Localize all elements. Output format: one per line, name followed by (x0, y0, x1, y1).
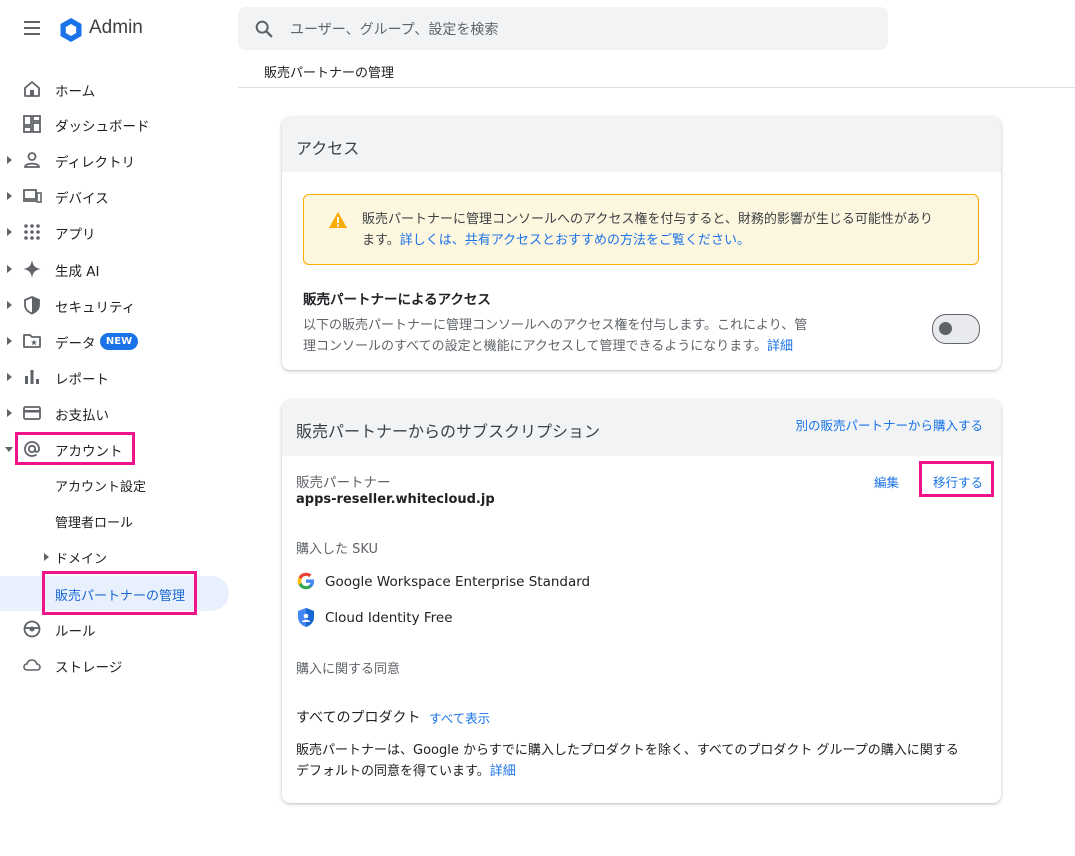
purchase-consent-label: 購入に関する同意 (296, 662, 401, 677)
admin-logo-icon (60, 18, 82, 42)
data-folder-icon (23, 334, 41, 348)
edit-reseller-link[interactable]: 編集 (874, 472, 899, 491)
reseller-label: 販売パートナー (296, 475, 391, 491)
expand-caret-icon[interactable] (7, 192, 12, 200)
sidebar-item-label: セキュリティ (55, 300, 136, 316)
purchased-sku-label: 購入した SKU (296, 542, 379, 557)
warning-text: 販売パートナーに管理コンソールへのアクセス権を付与すると、財務的影響が生じる可能… (362, 212, 933, 248)
shield-icon (24, 296, 40, 315)
sidebar-item-gen-ai[interactable]: 生成 AI (0, 252, 230, 286)
sidebar-subitem-domains[interactable]: ドメイン (0, 540, 230, 574)
consent-details-link[interactable]: 詳細 (490, 764, 516, 779)
all-products-label: すべてのプロダクト (296, 710, 421, 726)
warning-banner: 販売パートナーに管理コンソールへのアクセス権を付与すると、財務的影響が生じる可能… (303, 194, 979, 265)
consent-description: 販売パートナーは、Google からすでに購入したプロダクトを除く、すべてのプロ… (296, 743, 959, 779)
sku-name: Cloud Identity Free (325, 610, 453, 626)
sidebar-item-storage[interactable]: ストレージ (0, 648, 230, 682)
new-badge: NEW (100, 333, 138, 350)
sidebar-item-dashboard[interactable]: ダッシュボード (0, 107, 230, 141)
search-input[interactable]: ユーザー、グループ、設定を検索 (290, 19, 498, 39)
sparkle-icon (23, 260, 41, 278)
sidebar-item-label: ディレクトリ (55, 155, 136, 171)
expand-caret-icon[interactable] (7, 409, 12, 417)
sidebar-item-reports[interactable]: レポート (0, 360, 230, 394)
toggle-knob (939, 322, 952, 335)
card-title: アクセス (296, 139, 360, 158)
credit-card-icon (23, 406, 41, 420)
reseller-subscriptions-card: 販売パートナーからのサブスクリプション 別の販売パートナーから購入する 販売パー… (282, 400, 1001, 803)
sidebar-item-directory[interactable]: ディレクトリ (0, 143, 230, 177)
transfer-reseller-link[interactable]: 移行する (933, 472, 983, 491)
shared-access-learn-more-link[interactable]: 詳しくは、共有アクセスとおすすめの方法をご覧ください。 (400, 233, 750, 248)
google-g-icon (297, 572, 314, 590)
header-divider (238, 87, 1075, 88)
warning-triangle-icon (329, 212, 347, 228)
sidebar-item-rules[interactable]: ルール (0, 612, 230, 646)
expand-caret-icon[interactable] (44, 553, 49, 561)
sidebar-item-label: アカウント (55, 444, 123, 460)
expand-caret-icon[interactable] (7, 156, 12, 164)
card-title: 販売パートナーからのサブスクリプション (296, 422, 601, 441)
sidebar-subitem-account-settings[interactable]: アカウント設定 (0, 468, 230, 502)
sidebar-item-billing[interactable]: お支払い (0, 396, 230, 430)
sidebar-item-devices[interactable]: デバイス (0, 179, 230, 213)
sidebar-item-label: レポート (55, 372, 109, 388)
home-icon (24, 81, 40, 97)
reseller-domain: apps-reseller.whitecloud.jp (296, 492, 495, 507)
access-card-header: アクセス (282, 117, 1001, 172)
buy-from-another-reseller-link[interactable]: 別の販売パートナーから購入する (795, 415, 983, 434)
sidebar-item-security[interactable]: セキュリティ (0, 288, 230, 322)
reseller-access-details-link[interactable]: 詳細 (767, 339, 793, 354)
apps-grid-icon (24, 224, 40, 240)
expand-caret-icon[interactable] (7, 373, 12, 381)
sidebar-item-label: お支払い (55, 408, 109, 424)
search-icon (255, 20, 273, 38)
sidebar-item-label: デバイス (55, 191, 109, 207)
expand-caret-icon[interactable] (7, 301, 12, 309)
expand-caret-icon[interactable] (7, 337, 12, 345)
sidebar-item-label: ホーム (55, 84, 96, 100)
sidebar-item-label: アプリ (55, 227, 96, 243)
main-menu-button[interactable] (16, 14, 48, 44)
sku-name: Google Workspace Enterprise Standard (325, 574, 591, 590)
cloud-icon (23, 659, 41, 671)
sidebar-subitem-label: アカウント設定 (55, 480, 147, 495)
collapse-caret-icon[interactable] (5, 447, 13, 452)
at-sign-icon (24, 441, 40, 457)
access-card: アクセス 販売パートナーに管理コンソールへのアクセス権を付与すると、財務的影響が… (282, 117, 1001, 370)
sidebar-item-label: 生成 AI (55, 264, 100, 280)
breadcrumb: 販売パートナーの管理 (264, 66, 395, 81)
dashboard-icon (23, 115, 41, 133)
sidebar-item-label: データ (55, 336, 96, 352)
sidebar-subitem-reseller-management[interactable]: 販売パートナーの管理 (55, 585, 185, 604)
reseller-access-toggle[interactable] (932, 314, 980, 344)
sidebar-item-label: ルール (55, 624, 96, 640)
sidebar-subitem-admin-roles[interactable]: 管理者ロール (0, 504, 230, 538)
app-brand[interactable]: Admin (89, 17, 143, 39)
subscriptions-card-header: 販売パートナーからのサブスクリプション 別の販売パートナーから購入する (282, 400, 1001, 456)
expand-caret-icon[interactable] (7, 228, 12, 236)
sidebar-item-apps[interactable]: アプリ (0, 215, 230, 249)
bar-chart-icon (25, 370, 39, 384)
reseller-access-title: 販売パートナーによるアクセス (303, 292, 491, 308)
expand-caret-icon[interactable] (7, 265, 12, 273)
sidebar-subitem-label: 管理者ロール (55, 516, 134, 531)
search-bar[interactable]: ユーザー、グループ、設定を検索 (238, 7, 888, 50)
rules-icon (23, 620, 41, 638)
sidebar-item-home[interactable]: ホーム (0, 72, 230, 106)
sidebar-item-label: ストレージ (55, 660, 123, 676)
sidebar-item-label: ダッシュボード (55, 119, 150, 135)
person-icon (24, 152, 40, 168)
sidebar-subitem-label: ドメイン (55, 552, 108, 567)
cloud-identity-shield-icon (298, 608, 314, 627)
show-all-products-link[interactable]: すべて表示 (429, 708, 490, 727)
reseller-access-description: 以下の販売パートナーに管理コンソールへのアクセス権を付与します。これにより、管 … (303, 318, 808, 354)
devices-icon (23, 189, 42, 203)
